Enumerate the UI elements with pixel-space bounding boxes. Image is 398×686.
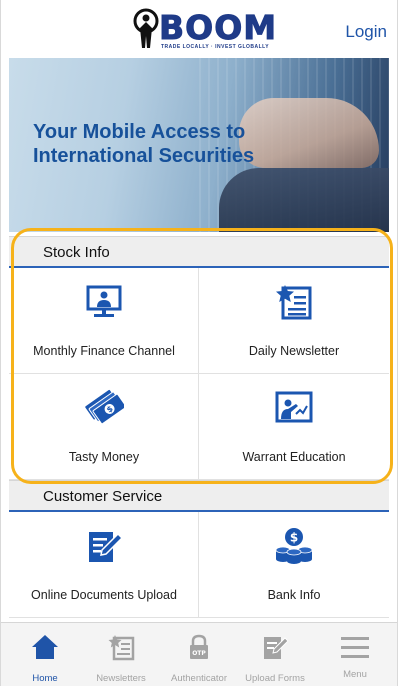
logo-tagline: TRADE LOCALLY · INVEST GLOBALLY [161,44,270,50]
star-newsletter-icon [276,285,312,320]
tile-label: Warrant Education [242,450,346,464]
document-edit-icon [89,532,124,562]
tile-monthly-finance-channel[interactable]: Monthly Finance Channel [9,268,199,374]
boom-logo[interactable]: BOOM TRADE LOCALLY · INVEST GLOBALLY [129,6,297,52]
section-title: Customer Service [43,488,163,505]
svg-text:$: $ [290,531,298,545]
section-header-stock-info: Stock Info [9,236,389,268]
tab-authenticator[interactable]: OTP Authenticator [161,623,237,686]
tab-label: Upload Forms [245,673,305,684]
logo-mark-icon [133,8,159,48]
login-link[interactable]: Login [345,22,387,42]
tile-label: Daily Newsletter [248,344,340,358]
teacher-board-icon [275,391,313,423]
tile-tasty-money[interactable]: $ Tasty Money [9,374,199,480]
tab-label: Newsletters [96,673,146,684]
section-title: Stock Info [43,244,110,261]
tile-warrant-education[interactable]: Warrant Education [199,374,389,480]
tile-daily-newsletter[interactable]: Daily Newsletter [199,268,389,374]
tab-label: Authenticator [171,673,227,684]
hamburger-menu-icon [341,637,369,658]
banner-title: Your Mobile Access to International Secu… [33,121,255,167]
document-edit-icon [264,637,289,659]
tab-label: Home [32,673,58,684]
monitor-presenter-icon [86,285,122,317]
tab-newsletters[interactable]: Newsletters [83,623,159,686]
tab-menu[interactable]: Menu [317,623,393,686]
section-header-customer-service: Customer Service [9,480,389,512]
money-bills-icon: $ [85,389,124,425]
tile-label: Bank Info [267,588,321,602]
home-icon [32,635,58,659]
banner-businessman [219,168,389,232]
star-newsletter-icon [108,635,135,661]
tile-label: Tasty Money [68,450,140,464]
bottom-tab-bar: Home Newsletters OTP Authenticator Uploa… [1,622,397,686]
logo-wordmark: BOOM [158,8,278,48]
tile-label: Monthly Finance Channel [33,344,175,358]
app-screen: BOOM TRADE LOCALLY · INVEST GLOBALLY Log… [0,0,398,686]
tab-label: Menu [343,669,367,680]
tab-upload-forms[interactable]: Upload Forms [237,623,313,686]
coins-stack-icon: $ [275,528,313,564]
tile-label: Online Documents Upload [31,588,177,602]
tab-home[interactable]: Home [7,623,83,686]
otp-lock-icon: OTP [190,634,208,659]
top-bar: BOOM TRADE LOCALLY · INVEST GLOBALLY Log… [1,0,397,58]
tile-bank-info[interactable]: $ Bank Info [199,512,389,618]
svg-text:OTP: OTP [192,650,206,657]
tile-online-documents-upload[interactable]: Online Documents Upload [9,512,199,618]
hero-banner[interactable]: Your Mobile Access to International Secu… [9,58,389,232]
